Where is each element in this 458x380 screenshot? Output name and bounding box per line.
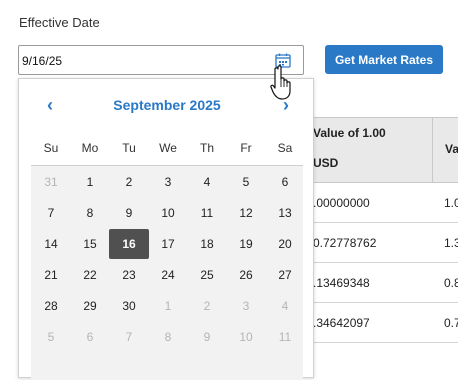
calendar-day[interactable]: 18 xyxy=(187,229,227,259)
table-row: .34642097 0.7 xyxy=(300,303,458,343)
calendar-day[interactable]: 3 xyxy=(226,291,266,321)
table-cell: .13469348 xyxy=(313,276,370,290)
weekday-label: Th xyxy=(199,141,214,155)
calendar-day[interactable]: 26 xyxy=(226,260,266,290)
calendar-day[interactable]: 6 xyxy=(70,322,110,352)
calendar-day[interactable]: 11 xyxy=(265,322,305,352)
calendar-day[interactable]: 29 xyxy=(70,291,110,321)
effective-date-input[interactable]: 9/16/25 xyxy=(18,45,304,75)
calendar-day[interactable]: 12 xyxy=(226,198,266,228)
calendar-day[interactable]: 7 xyxy=(109,322,149,352)
calendar-day[interactable]: 15 xyxy=(70,229,110,259)
weekday-label: We xyxy=(159,141,177,155)
calendar-day[interactable]: 8 xyxy=(148,322,188,352)
calendar-day[interactable]: 5 xyxy=(226,167,266,197)
table-cell: 1.0 xyxy=(444,196,458,210)
calendar-day[interactable]: 21 xyxy=(31,260,71,290)
calendar-day[interactable]: 2 xyxy=(109,167,149,197)
weekday-label: Su xyxy=(43,141,59,155)
calendar-day[interactable]: 24 xyxy=(148,260,188,290)
weekday-label: Mo xyxy=(81,141,99,155)
calendar-day[interactable]: 4 xyxy=(265,291,305,321)
calendar-day[interactable]: 20 xyxy=(265,229,305,259)
calendar-day[interactable]: 3 xyxy=(148,167,188,197)
table-row: .13469348 0.8 xyxy=(300,263,458,303)
calendar-day[interactable]: 17 xyxy=(148,229,188,259)
calendar-day[interactable]: 19 xyxy=(226,229,266,259)
table-cell: 0.7 xyxy=(444,316,458,330)
calendar-day[interactable]: 22 xyxy=(70,260,110,290)
selected-day[interactable]: 16 xyxy=(109,229,149,259)
table-cell: 1.3 xyxy=(444,236,458,250)
effective-date-label: Effective Date xyxy=(19,15,100,30)
header-col2: Va xyxy=(445,142,458,156)
date-input-value: 9/16/25 xyxy=(22,54,63,68)
table-header: Value of 1.00 USD Va xyxy=(300,117,458,184)
table-cell: 0.8 xyxy=(444,276,458,290)
calendar-day[interactable]: 10 xyxy=(148,198,188,228)
calendar-day[interactable]: 11 xyxy=(187,198,227,228)
get-market-rates-button[interactable]: Get Market Rates xyxy=(325,45,443,74)
table-row: 0.72778762 1.3 xyxy=(300,223,458,263)
table-cell: 0.72778762 xyxy=(313,236,377,250)
calendar-day[interactable]: 7 xyxy=(31,198,71,228)
calendar-day[interactable]: 14 xyxy=(31,229,71,259)
header-divider xyxy=(432,118,433,184)
header-col1-line2: USD xyxy=(313,156,339,170)
calendar-day[interactable]: 10 xyxy=(226,322,266,352)
table-cell: .34642097 xyxy=(313,316,370,330)
calendar-day[interactable]: 31 xyxy=(31,167,71,197)
weekday-label: Sa xyxy=(277,141,293,155)
calendar-day[interactable]: 8 xyxy=(70,198,110,228)
calendar-day[interactable]: 6 xyxy=(265,167,305,197)
calendar-day[interactable]: 25 xyxy=(187,260,227,290)
day-grid: 31 1 2 3 4 5 6 7 8 9 10 11 12 13 14 15 16 17 18 19 20 21 22 23 2… xyxy=(31,165,303,380)
hand-pointer-icon xyxy=(270,65,291,100)
calendar-day[interactable]: 13 xyxy=(265,198,305,228)
calendar-day[interactable]: 9 xyxy=(187,322,227,352)
calendar-day[interactable]: 23 xyxy=(109,260,149,290)
calendar-day[interactable]: 27 xyxy=(265,260,305,290)
calendar-day[interactable]: 5 xyxy=(31,322,71,352)
weekday-label: Fr xyxy=(240,141,252,155)
calendar-day[interactable]: 30 xyxy=(109,291,149,321)
calendar-header: ‹ September 2025 › xyxy=(19,79,313,131)
calendar-day[interactable]: 1 xyxy=(148,291,188,321)
weekday-label: Tu xyxy=(122,141,136,155)
header-col1-line1: Value of 1.00 xyxy=(313,126,386,140)
calendar-day[interactable]: 4 xyxy=(187,167,227,197)
calendar-day[interactable]: 9 xyxy=(109,198,149,228)
calendar-day[interactable]: 28 xyxy=(31,291,71,321)
date-picker-popup: ‹ September 2025 › Su Mo Tu We Th Fr Sa 31 1 2 3 4… xyxy=(18,78,314,380)
table-cell: .00000000 xyxy=(313,196,370,210)
calendar-day[interactable]: 2 xyxy=(187,291,227,321)
weekday-header-row: Su Mo Tu We Th Fr Sa xyxy=(31,141,303,165)
calendar-day[interactable]: 1 xyxy=(70,167,110,197)
table-row: .00000000 1.0 xyxy=(300,183,458,223)
